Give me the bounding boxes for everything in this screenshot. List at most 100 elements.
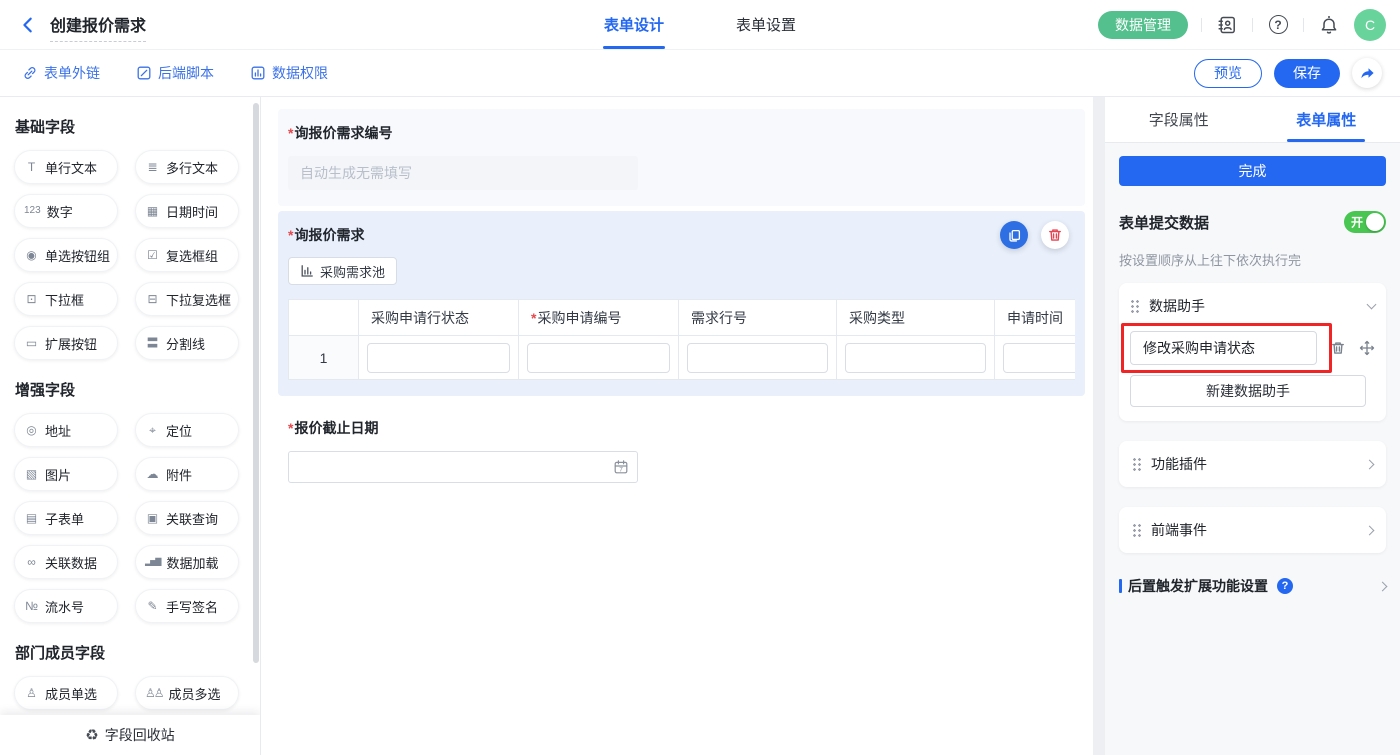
external-link-item[interactable]: 表单外链 <box>22 63 100 83</box>
field-button-subform[interactable]: ▤子表单 <box>14 501 118 535</box>
field-button-attachment[interactable]: ☁附件 <box>135 457 239 491</box>
drag-handle-icon[interactable] <box>1132 523 1142 538</box>
copy-field-button[interactable] <box>1000 221 1028 249</box>
back-icon[interactable] <box>16 13 40 37</box>
frontend-event-card[interactable]: 前端事件 <box>1119 507 1386 553</box>
extend-button-icon: ▭ <box>24 337 39 349</box>
script-icon <box>136 65 152 81</box>
move-helper-button[interactable] <box>1359 340 1375 356</box>
help-badge-icon[interactable]: ? <box>1277 578 1293 594</box>
field-block-quote-deadline[interactable]: *报价截止日期 7 <box>278 404 1085 499</box>
cell-input-status[interactable] <box>367 343 510 373</box>
purchase-demand-pool-button[interactable]: 采购需求池 <box>288 257 397 285</box>
column-header[interactable]: 需求行号 <box>679 300 837 336</box>
share-button[interactable] <box>1352 58 1382 88</box>
drag-handle-icon[interactable] <box>1130 299 1140 314</box>
required-mark: * <box>531 310 536 326</box>
field-button-member-single[interactable]: ♙成员单选 <box>14 676 118 710</box>
post-trigger-settings[interactable]: 后置触发扩展功能设置 ? <box>1119 576 1386 596</box>
field-button-image[interactable]: ▧图片 <box>14 457 118 491</box>
contact-book-icon[interactable] <box>1215 13 1239 37</box>
field-button-multi-dropdown[interactable]: ⊟下拉复选框 <box>135 282 239 316</box>
save-button[interactable]: 保存 <box>1274 59 1340 88</box>
done-button[interactable]: 完成 <box>1119 156 1386 186</box>
help-icon[interactable]: ? <box>1266 13 1290 37</box>
drag-handle-icon[interactable] <box>1132 457 1142 472</box>
cell-input-purchase-no[interactable] <box>527 343 670 373</box>
data-permission-item[interactable]: 数据权限 <box>250 63 328 83</box>
data-helper-item[interactable]: 修改采购申请状态 <box>1130 331 1317 365</box>
tab-form-design[interactable]: 表单设计 <box>604 0 664 49</box>
field-button-serial-number[interactable]: №流水号 <box>14 589 118 623</box>
field-button-single-line-text[interactable]: T单行文本 <box>14 150 118 184</box>
linked-data-icon: ∞ <box>24 556 39 568</box>
share-arrow-icon <box>1359 65 1375 81</box>
chevron-right-icon <box>1365 459 1375 469</box>
form-canvas: *询报价需求编号 *询报价需求 采购需求池 <box>261 97 1093 755</box>
deadline-date-input[interactable] <box>288 451 638 483</box>
recycle-icon: ♻ <box>85 726 98 744</box>
toggle-on-label: 开 <box>1351 214 1363 231</box>
field-library-sidebar: 基础字段 T单行文本 ≣多行文本 123数字 ▦日期时间 ◉单选按钮组 ☑复选框… <box>0 97 261 755</box>
frontend-event-title: 前端事件 <box>1151 520 1357 540</box>
field-block-quote-code[interactable]: *询报价需求编号 <box>278 109 1085 206</box>
field-label: *报价截止日期 <box>288 418 1075 438</box>
field-button-location[interactable]: ⌖定位 <box>135 413 239 447</box>
member-single-icon: ♙ <box>24 687 39 699</box>
field-button-number[interactable]: 123数字 <box>14 194 118 228</box>
tab-form-properties[interactable]: 表单属性 <box>1253 97 1400 142</box>
field-button-datetime[interactable]: ▦日期时间 <box>135 194 239 228</box>
subform-icon: ▤ <box>24 512 39 524</box>
function-plugin-card[interactable]: 功能插件 <box>1119 441 1386 487</box>
field-button-signature[interactable]: ✎手写签名 <box>135 589 239 623</box>
backend-script-item[interactable]: 后端脚本 <box>136 63 214 83</box>
submit-data-toggle[interactable]: 开 <box>1344 211 1386 233</box>
toggle-knob <box>1366 213 1384 231</box>
app-header: 创建报价需求 表单设计 表单设置 数据管理 ? C <box>0 0 1400 50</box>
subform-data-row: 1 <box>289 336 1076 380</box>
page-title[interactable]: 创建报价需求 <box>50 12 146 42</box>
field-label: *询报价需求编号 <box>288 123 1075 143</box>
divider <box>1201 18 1202 32</box>
new-data-helper-button[interactable]: 新建数据助手 <box>1130 375 1366 407</box>
field-button-radio-group[interactable]: ◉单选按钮组 <box>14 238 118 272</box>
tab-form-settings[interactable]: 表单设置 <box>736 0 796 49</box>
cell-input-purchase-type[interactable] <box>845 343 986 373</box>
column-header[interactable]: 采购类型 <box>837 300 995 336</box>
field-button-multi-line-text[interactable]: ≣多行文本 <box>135 150 239 184</box>
field-label: *询报价需求 <box>288 225 1075 245</box>
field-button-member-multi[interactable]: ♙♙成员多选 <box>135 676 239 710</box>
delete-helper-button[interactable] <box>1330 340 1346 356</box>
field-button-linked-query[interactable]: ▣关联查询 <box>135 501 239 535</box>
column-header[interactable]: 申请时间 <box>995 300 1076 336</box>
cell-input-apply-time[interactable] <box>1003 343 1075 373</box>
tab-field-properties[interactable]: 字段属性 <box>1105 97 1253 142</box>
sidebar-scrollbar[interactable] <box>253 103 259 663</box>
delete-field-button[interactable] <box>1041 221 1069 249</box>
workspace: 基础字段 T单行文本 ≣多行文本 123数字 ▦日期时间 ◉单选按钮组 ☑复选框… <box>0 97 1400 755</box>
chevron-down-icon[interactable] <box>1367 300 1377 310</box>
column-header[interactable]: 采购申请行状态 <box>359 300 519 336</box>
data-manage-button[interactable]: 数据管理 <box>1098 11 1188 39</box>
execution-order-hint: 按设置顺序从上往下依次执行完 <box>1119 250 1386 269</box>
data-load-icon: ▂▅▇ <box>145 558 160 566</box>
notification-bell-icon[interactable] <box>1317 13 1341 37</box>
chevron-right-icon <box>1378 581 1388 591</box>
field-button-divider[interactable]: 〓分割线 <box>135 326 239 360</box>
subform-header-row: 采购申请行状态 *采购申请编号 需求行号 采购类型 申请时间 <box>289 300 1076 336</box>
cell-input-demand-line[interactable] <box>687 343 828 373</box>
section-title-member-fields: 部门成员字段 <box>0 623 260 676</box>
field-button-extend-button[interactable]: ▭扩展按钮 <box>14 326 118 360</box>
row-number-header <box>289 300 359 336</box>
field-button-linked-data[interactable]: ∞关联数据 <box>14 545 118 579</box>
preview-button[interactable]: 预览 <box>1194 59 1262 88</box>
field-recycle-bin[interactable]: ♻ 字段回收站 <box>0 715 260 755</box>
quote-code-input[interactable] <box>288 156 638 190</box>
field-button-data-load[interactable]: ▂▅▇数据加载 <box>135 545 239 579</box>
user-avatar[interactable]: C <box>1354 9 1386 41</box>
field-block-quote-demand-subform[interactable]: *询报价需求 采购需求池 采购申请行状态 *采购申请编号 需求行号 采购类型 申… <box>278 211 1085 396</box>
field-button-checkbox-group[interactable]: ☑复选框组 <box>135 238 239 272</box>
column-header[interactable]: *采购申请编号 <box>519 300 679 336</box>
field-button-dropdown[interactable]: ⊡下拉框 <box>14 282 118 316</box>
field-button-address[interactable]: ◎地址 <box>14 413 118 447</box>
